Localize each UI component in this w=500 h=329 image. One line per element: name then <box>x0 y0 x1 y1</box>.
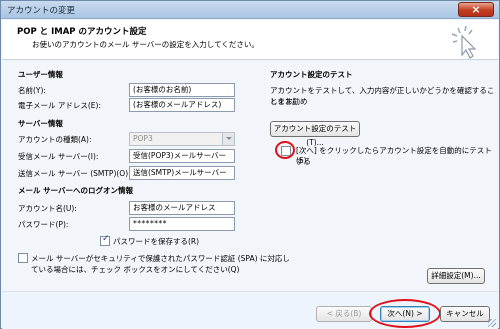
more-settings-button[interactable]: 詳細設定(M)... <box>427 268 485 284</box>
server-info-heading: サーバー情報 <box>18 119 63 128</box>
resize-grip[interactable] <box>488 319 496 327</box>
wizard-footer: < 戻る(B) 次へ(N) > キャンセル <box>2 291 498 329</box>
incoming-server-field[interactable]: 受信(POP3)メールサーバー <box>129 149 235 163</box>
user-info-heading: ユーザー情報 <box>18 70 63 79</box>
password-field[interactable]: ******** <box>129 217 235 231</box>
cancel-button[interactable]: キャンセル <box>440 306 490 322</box>
account-name-label: アカウント名(U): <box>18 204 77 213</box>
account-name-field[interactable]: お客様のメールアドレス <box>129 201 235 215</box>
email-label: 電子メール アドレス(E): <box>18 101 102 110</box>
account-settings-window: アカウントの変更 × POP と IMAP のアカウント設定 お使いのアカウント… <box>0 0 500 329</box>
email-field[interactable]: (お客様のメールアドレス) <box>129 98 235 112</box>
spa-label-line2: ている場合には、チェック ボックスをオンにしてください(Q) <box>31 265 240 274</box>
highlight-ring-checkbox <box>275 141 295 159</box>
outgoing-server-field[interactable]: 送信(SMTP)メールサーバー <box>129 166 235 180</box>
auto-test-label-line2: (S) <box>296 156 307 165</box>
title-bar: アカウントの変更 × <box>1 1 499 19</box>
logon-info-heading: メール サーバーへのログオン情報 <box>18 186 134 195</box>
chevron-down-icon <box>222 133 234 145</box>
header-title: POP と IMAP のアカウント設定 <box>17 27 147 37</box>
cursor-sparkle-icon <box>451 25 477 59</box>
window-title: アカウントの変更 <box>7 6 76 16</box>
account-type-select: POP3 <box>129 132 235 146</box>
settings-panel: ユーザー情報 名前(Y): (お客様のお名前) 電子メール アドレス(E): (… <box>2 61 498 291</box>
name-field[interactable]: (お客様のお名前) <box>129 83 235 97</box>
incoming-server-label: 受信メール サーバー(I): <box>18 152 99 161</box>
spa-label-line1: メール サーバーがセキュリティで保護されたパスワード認証 (SPA) に対応し <box>31 254 290 263</box>
close-button[interactable]: × <box>458 2 494 17</box>
highlight-ring-next <box>369 299 441 328</box>
back-button[interactable]: < 戻る(B) <box>316 306 372 322</box>
spa-checkbox[interactable] <box>18 253 28 263</box>
wizard-header: POP と IMAP のアカウント設定 お使いのアカウントのメール サーバーの設… <box>2 20 498 60</box>
account-type-value: POP3 <box>133 134 153 143</box>
auto-test-label-line1: [次へ] をクリックしたらアカウント設定を自動的にテストする <box>296 146 492 166</box>
account-type-label: アカウントの種類(A): <box>18 135 92 144</box>
close-icon: × <box>471 3 481 16</box>
save-password-checkbox[interactable] <box>100 234 110 246</box>
test-account-button[interactable]: アカウント設定のテスト(T)... <box>270 121 360 147</box>
test-description-line1: アカウントをテストして、入力内容が正しいかどうかを確認することをお勧め <box>270 86 495 106</box>
test-description-line2: します。 <box>270 97 300 106</box>
outgoing-server-label: 送信メール サーバー (SMTP)(O): <box>18 169 131 178</box>
test-heading: アカウント設定のテスト <box>270 70 353 79</box>
save-password-label: パスワードを保存する(R) <box>113 237 200 246</box>
password-label: パスワード(P): <box>18 220 69 229</box>
header-subtitle: お使いのアカウントのメール サーバーの設定を入力してください。 <box>32 40 259 49</box>
name-label: 名前(Y): <box>18 86 46 95</box>
